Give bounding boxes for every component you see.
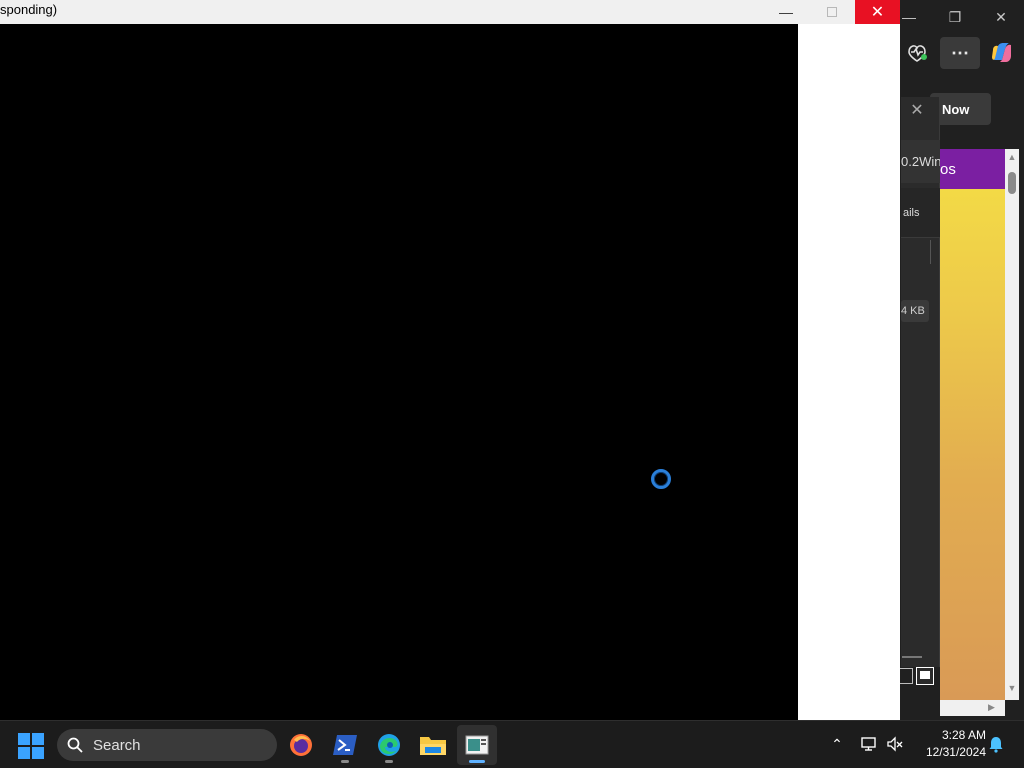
firefox-icon bbox=[290, 734, 312, 756]
copilot-icon[interactable] bbox=[989, 40, 1015, 66]
scroll-down-icon[interactable]: ▼ bbox=[1007, 683, 1017, 693]
active-app-icon bbox=[465, 735, 489, 755]
not-responding-window: sponding) — ✕ bbox=[0, 0, 900, 720]
network-icon[interactable] bbox=[860, 735, 878, 753]
taskbar-app-active[interactable] bbox=[457, 725, 497, 765]
panel-bottom-line bbox=[902, 656, 922, 658]
powershell-icon bbox=[333, 735, 357, 755]
scroll-up-icon[interactable]: ▲ bbox=[1007, 152, 1017, 162]
taskbar-app-file-explorer[interactable] bbox=[413, 725, 453, 765]
taskbar-app-firefox[interactable] bbox=[281, 725, 321, 765]
running-indicator bbox=[385, 760, 393, 763]
browser-essentials-icon[interactable] bbox=[905, 40, 929, 64]
windows-logo-pane bbox=[18, 733, 30, 745]
taskbar: Search ⌃ 3:28 AM 12/31/2024 bbox=[0, 720, 1024, 768]
bg-restore-button[interactable]: ❐ bbox=[932, 0, 978, 34]
window-content-black bbox=[0, 24, 798, 720]
scroll-thumb[interactable] bbox=[1008, 172, 1016, 194]
more-options-button[interactable]: ⋯ bbox=[940, 37, 980, 69]
scroll-right-icon[interactable]: ▶ bbox=[988, 702, 998, 714]
file-explorer-icon bbox=[420, 737, 446, 755]
web-page-header: os bbox=[940, 149, 1005, 189]
minimize-button[interactable]: — bbox=[763, 0, 809, 24]
clock-time: 3:28 AM bbox=[941, 728, 986, 742]
maximize-button[interactable] bbox=[809, 0, 855, 24]
show-hidden-icons-chevron-icon[interactable]: ⌃ bbox=[829, 736, 845, 752]
windows-logo-pane bbox=[32, 747, 44, 759]
download-item-details[interactable]: ails bbox=[901, 188, 940, 238]
windows-logo-pane bbox=[32, 733, 44, 745]
web-page-content bbox=[940, 149, 1005, 700]
panel-divider bbox=[930, 240, 931, 264]
taskbar-search-box[interactable]: Search bbox=[57, 729, 277, 761]
active-indicator bbox=[469, 760, 485, 763]
start-button[interactable] bbox=[18, 733, 44, 759]
window-title: sponding) bbox=[0, 2, 58, 17]
bg-close-button[interactable]: ✕ bbox=[978, 0, 1024, 34]
windows-logo-pane bbox=[18, 747, 30, 759]
panel-close-icon[interactable]: ✕ bbox=[908, 101, 926, 119]
volume-muted-icon[interactable] bbox=[886, 735, 904, 753]
tile-view-icon[interactable] bbox=[916, 667, 934, 685]
download-size-badge: 4 KB bbox=[901, 300, 929, 322]
running-indicator bbox=[341, 760, 349, 763]
search-icon bbox=[67, 737, 83, 753]
notification-bell-icon[interactable] bbox=[987, 735, 1005, 753]
edge-icon bbox=[378, 734, 400, 756]
system-clock[interactable]: 3:28 AM 12/31/2024 bbox=[914, 727, 986, 761]
taskbar-app-powershell[interactable] bbox=[325, 725, 365, 765]
vertical-scrollbar[interactable] bbox=[1005, 149, 1019, 700]
window-content-white-strip bbox=[798, 24, 900, 720]
window-titlebar[interactable]: sponding) — ✕ bbox=[0, 0, 900, 24]
search-label: Search bbox=[93, 736, 141, 754]
maximize-icon bbox=[827, 7, 837, 17]
busy-cursor-icon bbox=[651, 469, 671, 489]
download-item-name[interactable]: 0.2Win bbox=[901, 140, 940, 183]
clock-date: 12/31/2024 bbox=[925, 745, 986, 759]
taskbar-app-edge[interactable] bbox=[369, 725, 409, 765]
list-view-icon[interactable] bbox=[899, 668, 913, 684]
close-button[interactable]: ✕ bbox=[855, 0, 900, 24]
